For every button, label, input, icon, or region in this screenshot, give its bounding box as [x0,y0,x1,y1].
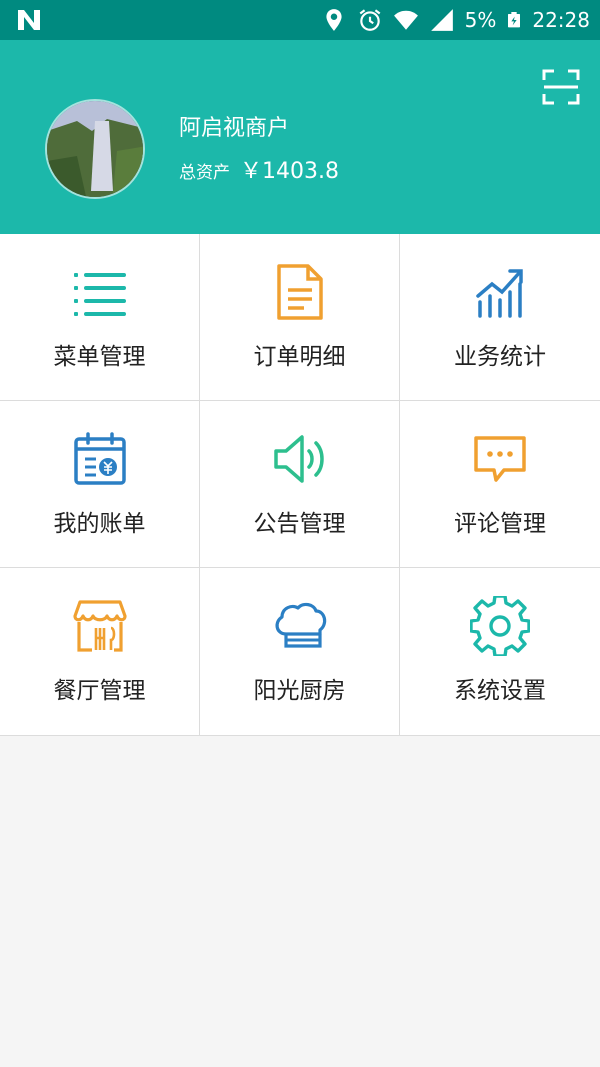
bill-icon [74,432,126,485]
gear-icon [470,596,530,656]
menu-item-sunshine-kitchen[interactable]: 阳光厨房 [200,568,400,735]
menu-item-label: 菜单管理 [53,344,146,370]
menu-item-label: 业务统计 [454,344,546,370]
notification-n-icon [18,10,40,30]
status-bar: 5% 22:28 [0,0,600,40]
menu-item-system-settings[interactable]: 系统设置 [400,568,600,735]
menu-item-label: 订单明细 [253,344,346,370]
total-assets: 总资产 ￥1403.8 [179,153,339,185]
avatar[interactable] [45,99,145,199]
menu-grid: 菜单管理 订单明细 业务统计 我的账单 公告管理 评论管理 餐厅管理 阳光厨房 … [0,234,600,736]
wifi-icon [393,10,418,30]
menu-item-label: 阳光厨房 [253,678,346,704]
clock: 22:28 [532,8,590,32]
stats-icon [476,269,523,318]
menu-item-label: 公告管理 [253,511,346,537]
signal-icon [430,9,453,31]
menu-item-restaurant-management[interactable]: 餐厅管理 [0,568,200,735]
menu-item-label: 系统设置 [454,678,546,704]
restaurant-icon [73,600,127,652]
menu-item-order-details[interactable]: 订单明细 [200,234,400,401]
location-icon [326,9,342,31]
merchant-name: 阿启视商户 [179,116,290,141]
menu-item-label: 餐厅管理 [53,678,146,704]
avatar-image [47,101,143,197]
menu-item-announcements[interactable]: 公告管理 [200,401,400,568]
menu-item-menu-management[interactable]: 菜单管理 [0,234,200,401]
document-icon [277,264,323,320]
battery-icon [508,12,521,28]
comment-icon [474,436,526,482]
battery-percent: 5% [464,8,497,32]
scan-icon[interactable] [542,68,580,106]
list-icon [74,273,126,316]
menu-item-business-stats[interactable]: 业务统计 [400,234,600,401]
menu-item-label: 评论管理 [454,511,546,537]
assets-amount: ￥1403.8 [240,159,339,184]
alarm-icon [359,9,381,31]
assets-label: 总资产 [179,163,230,183]
menu-item-comments[interactable]: 评论管理 [400,401,600,568]
menu-item-label: 我的账单 [53,511,146,537]
menu-item-my-bill[interactable]: 我的账单 [0,401,200,568]
speaker-icon [274,435,324,483]
merchant-header: 阿启视商户 总资产 ￥1403.8 [0,40,600,234]
chef-hat-icon [275,602,327,648]
